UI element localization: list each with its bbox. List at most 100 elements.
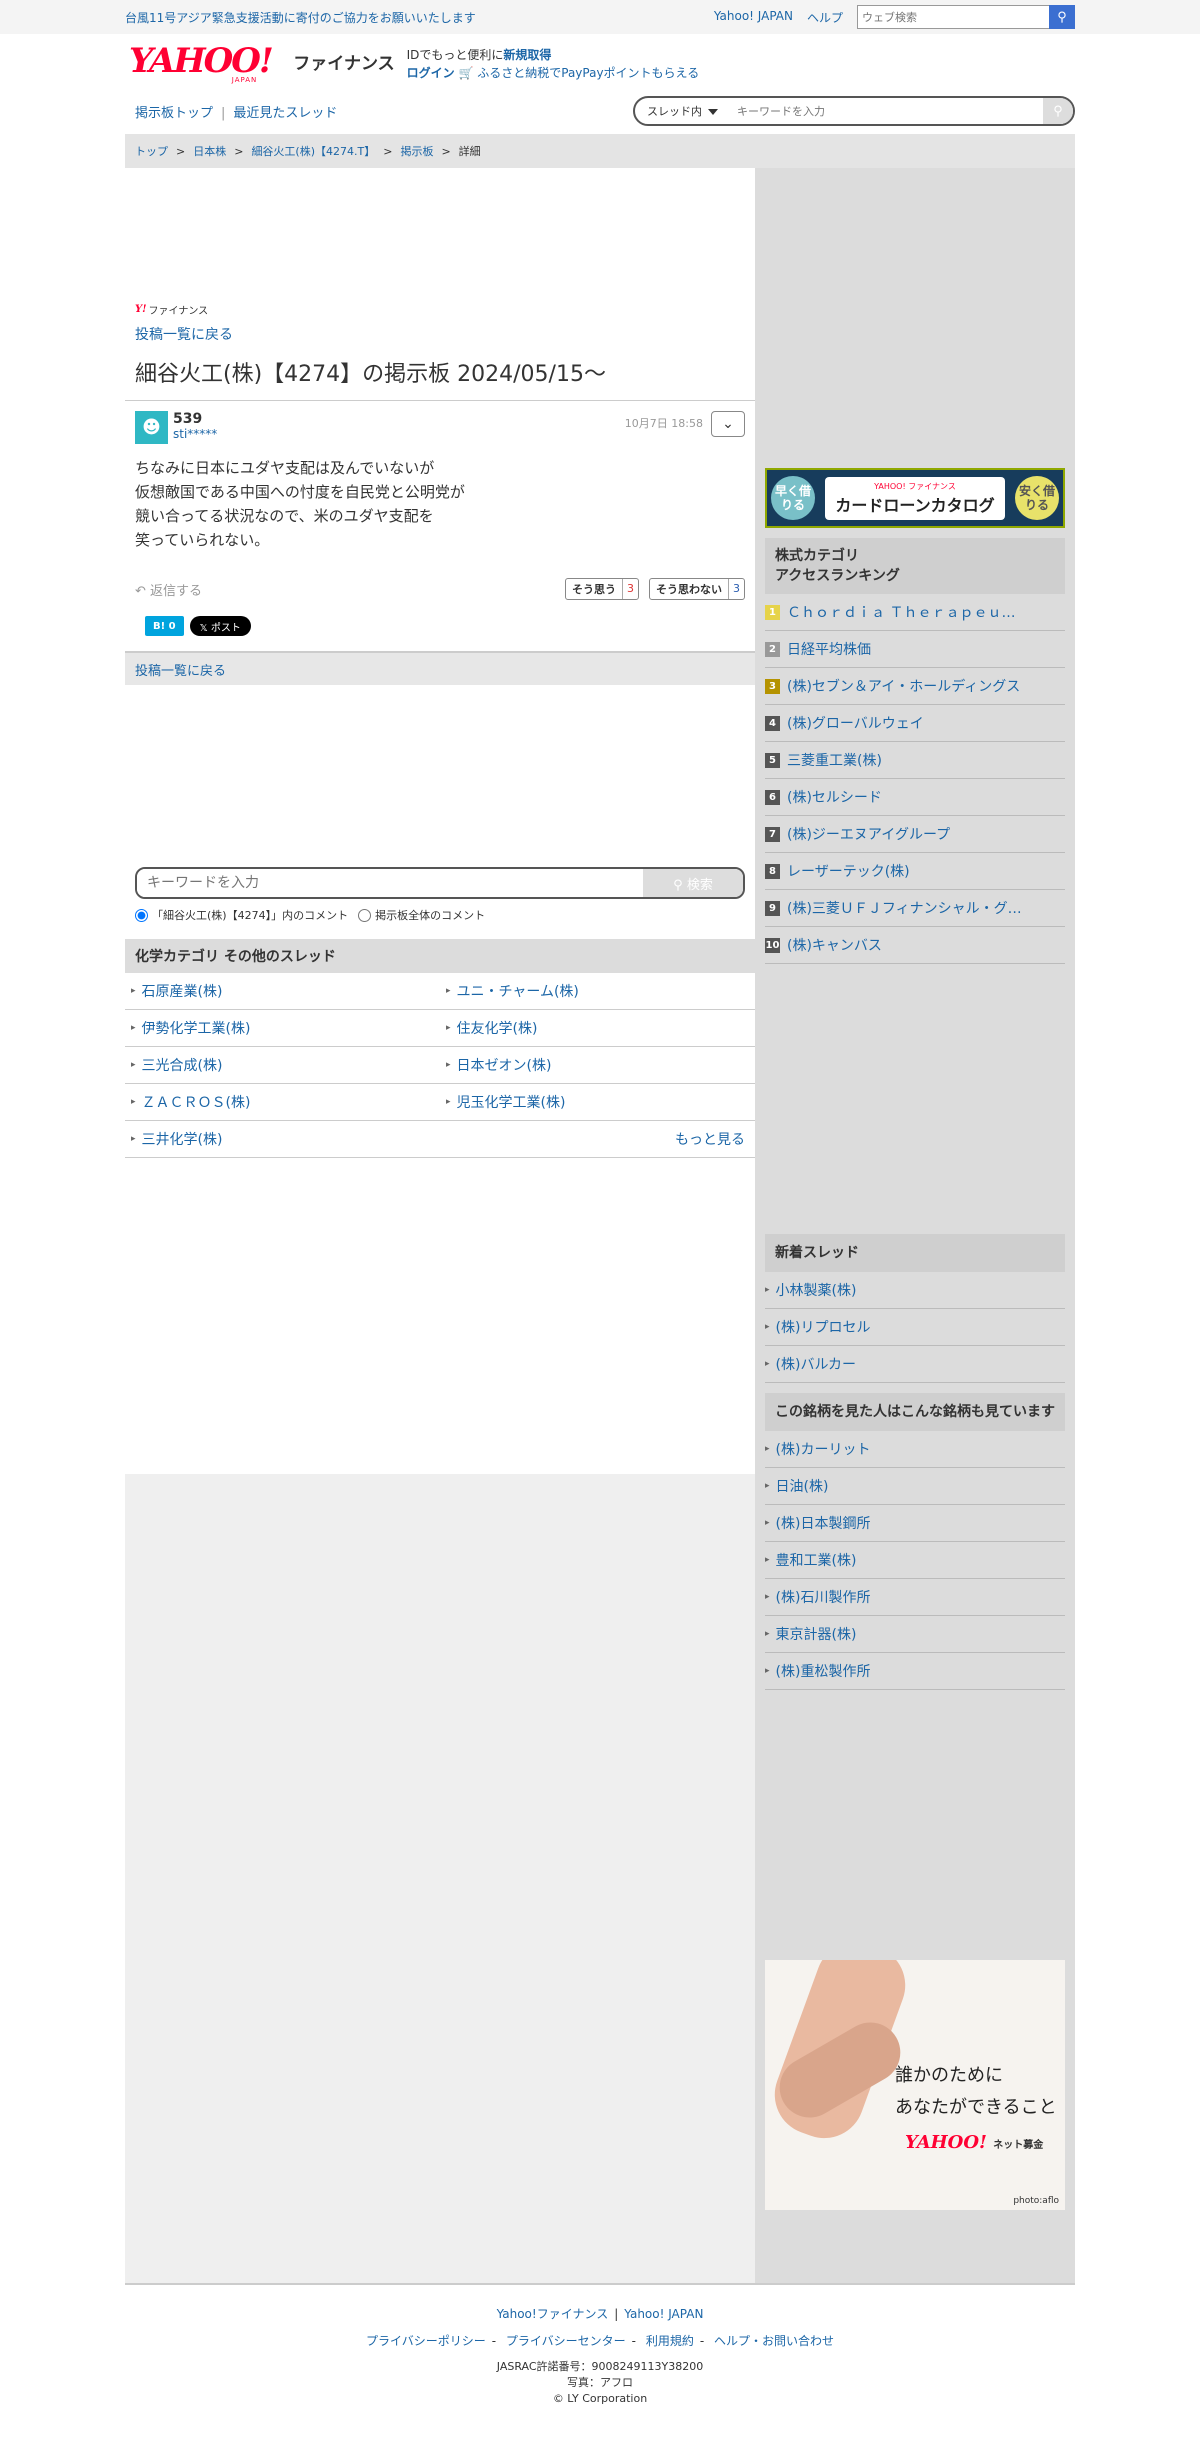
also-viewed-item[interactable]: ▸ (株)カーリット [765,1431,1065,1468]
board-top-link[interactable]: 掲示板トップ [135,106,213,121]
footer-yahoo-link[interactable]: Yahoo! JAPAN [624,2307,703,2321]
chevron-right-icon: ▸ [446,986,451,996]
category-item[interactable]: ▸ 日本ゼオン(株) [440,1047,755,1084]
ranking-item[interactable]: 8 レーザーテック(株) [765,853,1065,890]
post-user[interactable]: sti***** [173,427,217,441]
furusato-link[interactable]: ふるさと納税でPayPayポイントもらえる [477,66,699,80]
footer-privacy-center-link[interactable]: プライバシーセンター [506,2334,626,2348]
header: YAHOO! JAPAN ファイナンス IDでもっと便利に新規取得 ログイン 🛒… [125,34,1075,88]
chevron-right-icon: ▸ [765,1518,770,1528]
ranking-item[interactable]: 4 (株)グローバルウェイ [765,705,1065,742]
register-link[interactable]: 新規取得 [503,48,551,62]
chevron-right-icon: ▸ [765,1444,770,1454]
radio-all-label[interactable]: 掲示板全体のコメント [358,907,485,923]
ranking-item[interactable]: 9 (株)三菱ＵＦＪフィナンシャル・グ… [765,890,1065,927]
cardloan-banner[interactable]: 早く借りる YAHOO! ファイナンス カードローンカタログ 安く借りる [765,468,1065,528]
category-item[interactable]: ▸ ＺＡＣＲＯＳ(株) [125,1084,440,1121]
new-threads-header: 新着スレッド [765,1234,1065,1272]
chevron-right-icon: ▸ [765,1555,770,1565]
reply-button[interactable]: ↶ 返信する [135,580,202,599]
more-link[interactable]: もっと見る [440,1121,755,1158]
category-item[interactable]: ▸ 石原産業(株) [125,973,440,1010]
also-viewed-item[interactable]: ▸ (株)日本製鋼所 [765,1505,1065,1542]
new-thread-item[interactable]: ▸ 小林製薬(株) [765,1272,1065,1309]
agree-button[interactable]: そう思う 3 [565,578,639,600]
footer-help-link[interactable]: ヘルプ・お問い合わせ [714,2334,834,2348]
new-thread-item[interactable]: ▸ (株)リプロセル [765,1309,1065,1346]
hatena-bookmark-button[interactable]: B! 0 [145,616,184,636]
radio-all[interactable] [358,908,372,922]
avatar[interactable]: ☻ [135,411,168,444]
keyword-search-input[interactable] [137,869,643,897]
breadcrumb-board[interactable]: 掲示板 [400,143,433,159]
web-search-input[interactable] [857,5,1049,29]
back-to-list-link[interactable]: 投稿一覧に戻る [135,324,745,344]
category-item[interactable]: ▸ 児玉化学工業(株) [440,1084,755,1121]
ad-space [765,1690,1065,1960]
chevron-right-icon: ▸ [446,1060,451,1070]
login-link[interactable]: ログイン [407,66,455,80]
radio-thread[interactable] [135,908,148,922]
web-search-button[interactable]: ⚲ [1049,5,1075,29]
also-viewed-item[interactable]: ▸ 日油(株) [765,1468,1065,1505]
disaster-relief-link[interactable]: 台風11号アジア緊急支援活動に寄付のご協力をお願いいたします [125,9,714,26]
chevron-right-icon: ▸ [131,986,136,996]
board-search-input[interactable] [731,98,1043,124]
ranking-item[interactable]: 6 (株)セルシード [765,779,1065,816]
ranking-item[interactable]: 2 日経平均株価 [765,631,1065,668]
promo-credit: photo:aflo [1013,2196,1059,2206]
page-title: 細谷火工(株)【4274】の掲示板 2024/05/15〜 [135,362,606,387]
board-search-button[interactable]: ⚲ [1043,98,1073,124]
also-viewed-item[interactable]: ▸ 豊和工業(株) [765,1542,1065,1579]
post-date: 10月7日 18:58 [624,417,703,430]
ranking-item[interactable]: 3 (株)セブン＆アイ・ホールディングス [765,668,1065,705]
ranking-item[interactable]: 1 Ｃｈｏｒｄｉａ Ｔｈｅｒａｐｅｕ… [765,594,1065,631]
ranking-item[interactable]: 10 (株)キャンバス [765,927,1065,964]
ranking-item[interactable]: 7 (株)ジーエヌアイグループ [765,816,1065,853]
search-scope-radios: 「細谷火工(株)【4274】」内のコメント 掲示板全体のコメント [135,907,745,923]
also-viewed-item[interactable]: ▸ (株)重松製作所 [765,1653,1065,1690]
ranking-item[interactable]: 5 三菱重工業(株) [765,742,1065,779]
also-viewed-item[interactable]: ▸ (株)石川製作所 [765,1579,1065,1616]
reply-icon: ↶ [135,583,146,599]
triangle-down-icon [708,109,718,115]
post-body: ちなみに日本にユダヤ支配は及んでいないが 仮想敵国である中国への忖度を自民党と公… [135,459,465,549]
category-item[interactable]: ▸ 三光合成(株) [125,1047,440,1084]
radio-thread-label[interactable]: 「細谷火工(株)【4274】」内のコメント [135,907,348,923]
chevron-right-icon: ▸ [765,1629,770,1639]
yahoo-japan-link[interactable]: Yahoo! JAPAN [714,9,793,26]
category-item[interactable]: ▸ ユニ・チャーム(株) [440,973,755,1010]
footer-finance-link[interactable]: Yahoo!ファイナンス [497,2307,609,2321]
promo-logo: YAHOO! ネット募金 [905,2132,1044,2153]
disagree-button[interactable]: そう思わない 3 [649,578,745,600]
new-thread-item[interactable]: ▸ (株)バルカー [765,1346,1065,1383]
category-item[interactable]: ▸ 三井化学(株) [125,1121,440,1158]
category-header: 化学カテゴリ その他のスレッド [125,939,755,973]
category-item[interactable]: ▸ 住友化学(株) [440,1010,755,1047]
x-post-button[interactable]: 𝕏 ポスト [189,616,251,636]
breadcrumb-jp-stocks[interactable]: 日本株 [193,143,226,159]
help-link[interactable]: ヘルプ [807,9,843,26]
breadcrumb-stock[interactable]: 細谷火工(株)【4274.T】 [251,143,375,159]
promo-text: IDでもっと便利に [406,48,504,62]
separator: | [221,105,226,121]
web-search: ⚲ [857,5,1075,29]
footer-privacy-link[interactable]: プライバシーポリシー [366,2334,486,2348]
footer: Yahoo!ファイナンス | Yahoo! JAPAN プライバシーポリシー - プラ… [125,2283,1075,2417]
keyword-search: ⚲ 検索 [135,867,745,899]
post-menu-button[interactable]: ⌄ [711,411,745,437]
donation-promo[interactable]: 誰かのために あなたができること YAHOO! ネット募金 photo:aflo [765,1960,1065,2210]
board-subnav: 掲示板トップ | 最近見たスレッド スレッド内 ⚲ [125,88,1075,134]
footer-terms-link[interactable]: 利用規約 [646,2334,694,2348]
category-item[interactable]: ▸ 伊勢化学工業(株) [125,1010,440,1047]
also-viewed-item[interactable]: ▸ 東京計器(株) [765,1616,1065,1653]
ranking-list: 1 Ｃｈｏｒｄｉａ Ｔｈｅｒａｐｅｕ… 2 日経平均株価 3 (株)セブン＆アイ・ホー… [765,594,1065,964]
keyword-search-button[interactable]: ⚲ 検索 [643,869,743,897]
yahoo-finance-logo[interactable]: YAHOO! JAPAN ファイナンス [129,44,395,84]
back-to-list-link-bottom[interactable]: 投稿一覧に戻る [135,660,226,679]
search-scope-select[interactable]: スレッド内 [635,103,731,119]
banner-chip-left: 早く借りる [771,476,815,520]
breadcrumb-top[interactable]: トップ [135,143,168,159]
banner-logo: YAHOO! ファイナンス [874,481,956,491]
recent-threads-link[interactable]: 最近見たスレッド [233,106,337,121]
